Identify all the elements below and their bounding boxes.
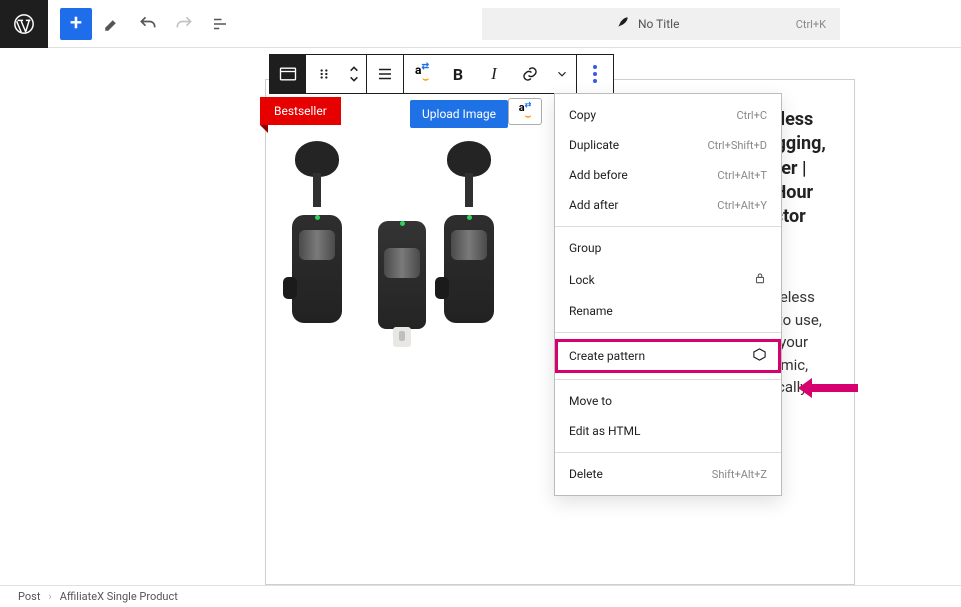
pattern-icon — [752, 347, 767, 365]
annotation-arrow — [798, 378, 858, 398]
menu-group[interactable]: Group — [555, 233, 781, 263]
breadcrumb-root[interactable]: Post — [18, 590, 40, 603]
menu-create-pattern[interactable]: Create pattern — [555, 339, 781, 373]
editor-topbar: + No Title Ctrl+K — [0, 0, 961, 48]
undo-icon[interactable] — [132, 8, 164, 40]
bold-button[interactable]: B — [440, 55, 476, 93]
menu-edit-html[interactable]: Edit as HTML — [555, 416, 781, 446]
chevron-down-icon[interactable] — [548, 55, 576, 93]
align-icon[interactable] — [367, 55, 403, 93]
block-toolbar: a⇄⌣ B I — [269, 54, 613, 94]
redo-icon[interactable] — [168, 8, 200, 40]
lock-icon — [753, 271, 767, 288]
block-options-menu: CopyCtrl+C DuplicateCtrl+Shift+D Add bef… — [554, 93, 782, 496]
document-outline-icon[interactable] — [204, 8, 236, 40]
menu-duplicate[interactable]: DuplicateCtrl+Shift+D — [555, 130, 781, 160]
menu-lock[interactable]: Lock — [555, 263, 781, 296]
menu-copy[interactable]: CopyCtrl+C — [555, 100, 781, 130]
title-shortcut: Ctrl+K — [796, 18, 826, 31]
menu-add-after[interactable]: Add afterCtrl+Alt+Y — [555, 190, 781, 220]
move-arrows-icon[interactable] — [342, 55, 366, 93]
parent-block-icon[interactable] — [270, 55, 306, 93]
italic-button[interactable]: I — [476, 55, 512, 93]
more-options-button[interactable] — [577, 55, 613, 93]
wordpress-logo[interactable] — [0, 0, 48, 48]
breadcrumb: Post › AffiliateX Single Product — [0, 585, 961, 607]
menu-add-before[interactable]: Add beforeCtrl+Alt+T — [555, 160, 781, 190]
document-title: No Title — [638, 17, 796, 31]
breadcrumb-sep: › — [48, 590, 51, 603]
add-block-button[interactable]: + — [60, 8, 92, 40]
menu-rename[interactable]: Rename — [555, 296, 781, 326]
amazon-button[interactable]: a⇄⌣ — [404, 55, 440, 93]
editor-canvas: a⇄⌣ B I Bestseller Upload Image a⇄⌣ Digi… — [5, 48, 956, 586]
link-icon[interactable] — [512, 55, 548, 93]
menu-delete[interactable]: DeleteShift+Alt+Z — [555, 459, 781, 489]
edit-icon[interactable] — [96, 8, 128, 40]
feather-icon — [616, 15, 630, 33]
menu-move-to[interactable]: Move to — [555, 386, 781, 416]
product-image — [277, 111, 549, 383]
breadcrumb-current[interactable]: AffiliateX Single Product — [60, 590, 178, 603]
drag-handle-icon[interactable] — [306, 55, 342, 93]
document-title-bar[interactable]: No Title Ctrl+K — [482, 8, 840, 40]
